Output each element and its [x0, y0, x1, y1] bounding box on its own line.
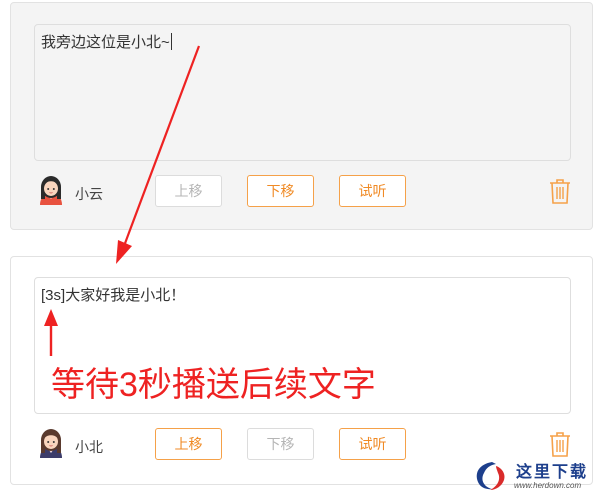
tts-editor: 我旁边这位是小北~ 小云 上移 下移 试听 [3s]大家好我是小北！ 小北 上移…	[0, 0, 600, 497]
segment-text-input-1[interactable]: 我旁边这位是小北~	[34, 24, 571, 161]
move-down-button-2[interactable]: 下移	[247, 428, 314, 460]
watermark-url: www.herdown.com	[514, 481, 582, 490]
annotation-text: 等待3秒播送后续文字	[51, 366, 376, 404]
girl-avatar-icon[interactable]	[36, 175, 66, 207]
move-up-button-2[interactable]: 上移	[155, 428, 222, 460]
watermark-text: 这里下载	[516, 462, 589, 481]
preview-button-2[interactable]: 试听	[339, 428, 406, 460]
watermark: 这里下载 www.herdown.com	[470, 456, 596, 494]
preview-button-1[interactable]: 试听	[339, 175, 406, 207]
trash-icon[interactable]	[549, 431, 571, 457]
segment-card-1: 我旁边这位是小北~ 小云 上移 下移 试听	[10, 2, 593, 230]
segment-text-1: 我旁边这位是小北~	[41, 34, 170, 51]
text-cursor	[170, 33, 172, 50]
move-down-button-1[interactable]: 下移	[247, 175, 314, 207]
pause-tag: [3s]	[41, 287, 66, 304]
segment-text-2: 大家好我是小北！	[65, 287, 186, 304]
speaker-name-2: 小北	[75, 439, 103, 455]
logo-icon	[476, 462, 505, 490]
segment-controls-1: 小云 上移 下移 试听	[35, 172, 575, 212]
girl-avatar-icon[interactable]	[36, 428, 66, 460]
move-up-button-1[interactable]: 上移	[155, 175, 222, 207]
speaker-name-1: 小云	[75, 186, 103, 202]
trash-icon[interactable]	[549, 178, 571, 204]
